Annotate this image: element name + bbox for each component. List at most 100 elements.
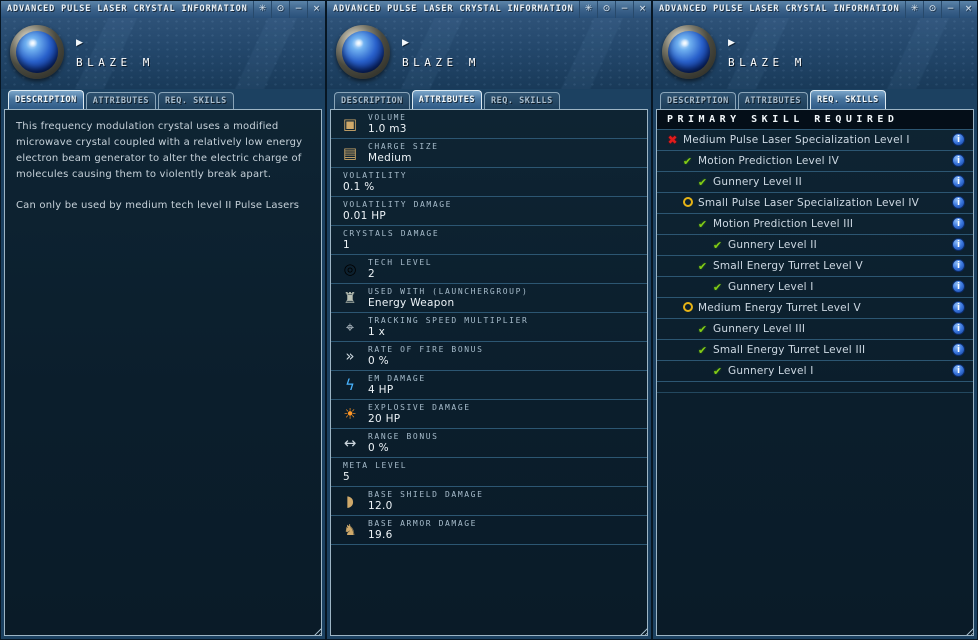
range-icon: ↔ — [343, 433, 357, 452]
attribute-row: ▤ CHARGE SIZE Medium — [331, 139, 647, 168]
window-title: ADVANCED PULSE LASER CRYSTAL INFORMATION — [333, 4, 574, 14]
attribute-label: TECH LEVEL — [368, 258, 433, 267]
pin-icon[interactable]: ✳ — [905, 1, 923, 18]
attribute-label: RANGE BONUS — [368, 432, 439, 441]
info-icon[interactable]: i — [952, 280, 965, 293]
tab-attributes[interactable]: ATTRIBUTES — [737, 92, 808, 109]
close-icon[interactable]: × — [633, 1, 651, 18]
skill-name: Medium Energy Turret Level V — [698, 302, 861, 314]
minimize-icon[interactable]: − — [615, 1, 633, 18]
info-icon[interactable]: i — [952, 364, 965, 377]
close-icon[interactable]: × — [307, 1, 325, 18]
check-icon: ✔ — [712, 280, 723, 294]
skills-panel: PRIMARY SKILL REQUIRED ✖ Medium Pulse Las… — [656, 109, 974, 636]
tab-req-skills[interactable]: REQ. SKILLS — [483, 92, 560, 109]
skill-row: ✔ Small Energy Turret Level V i — [657, 256, 973, 277]
expander-triangle-icon[interactable]: ▶ — [76, 38, 83, 48]
description-panel: This frequency modulation crystal uses a… — [4, 109, 322, 636]
info-icon[interactable]: i — [952, 154, 965, 167]
attribute-label: VOLATILITY — [343, 171, 408, 180]
em-icon: ϟ — [345, 375, 355, 394]
attribute-row: ♞ BASE ARMOR DAMAGE 19.6 — [331, 516, 647, 545]
dot-circle-icon[interactable]: ⊙ — [923, 1, 941, 18]
tab-description[interactable]: DESCRIPTION — [8, 90, 84, 109]
tab-attributes[interactable]: ATTRIBUTES — [411, 90, 482, 109]
ring-icon — [680, 197, 695, 209]
skill-row: Small Pulse Laser Specialization Level I… — [657, 193, 973, 214]
tab-attributes[interactable]: ATTRIBUTES — [85, 92, 156, 109]
attribute-label: USED WITH (LAUNCHERGROUP) — [368, 287, 529, 296]
orb-highlight — [680, 39, 690, 47]
tab-description[interactable]: DESCRIPTION — [334, 92, 410, 109]
pin-icon[interactable]: ✳ — [253, 1, 271, 18]
attribute-value: 1.0 m3 — [368, 123, 407, 135]
info-icon[interactable]: i — [952, 196, 965, 209]
close-icon[interactable]: × — [959, 1, 977, 18]
attribute-row: ▣ VOLUME 1.0 m3 — [331, 110, 647, 139]
item-icon — [662, 25, 716, 79]
pin-icon[interactable]: ✳ — [579, 1, 597, 18]
expander-triangle-icon[interactable]: ▶ — [728, 38, 735, 48]
window-titlebar[interactable]: ADVANCED PULSE LASER CRYSTAL INFORMATION… — [1, 1, 325, 19]
info-icon[interactable]: i — [952, 133, 965, 146]
ring-icon — [680, 302, 695, 314]
info-icon[interactable]: i — [952, 343, 965, 356]
tab-req-skills[interactable]: REQ. SKILLS — [809, 90, 886, 109]
info-window-attributes: ADVANCED PULSE LASER CRYSTAL INFORMATION… — [326, 0, 652, 640]
item-icon — [10, 25, 64, 79]
dot-circle-icon[interactable]: ⊙ — [597, 1, 615, 18]
rof-icon: » — [345, 346, 355, 365]
skill-name: Motion Prediction Level III — [713, 218, 854, 230]
item-name: BLAZE M — [728, 56, 806, 69]
info-icon[interactable]: i — [952, 238, 965, 251]
window-title: ADVANCED PULSE LASER CRYSTAL INFORMATION — [659, 4, 900, 14]
tab-description[interactable]: DESCRIPTION — [660, 92, 736, 109]
attribute-label: CHARGE SIZE — [368, 142, 439, 151]
minimize-icon[interactable]: − — [289, 1, 307, 18]
window-controls: ✳ ⊙ − × — [253, 1, 325, 18]
skill-row: ✔ Gunnery Level II i — [657, 235, 973, 256]
attribute-value: 20 HP — [368, 413, 401, 425]
description-paragraph: This frequency modulation crystal uses a… — [16, 121, 303, 180]
info-icon[interactable]: i — [952, 301, 965, 314]
tab-bar: DESCRIPTION ATTRIBUTES REQ. SKILLS — [653, 89, 977, 109]
tab-req-skills[interactable]: REQ. SKILLS — [157, 92, 234, 109]
attribute-value: Energy Weapon — [368, 297, 455, 309]
item-header: ▶ BLAZE M — [1, 18, 325, 89]
check-icon: ✔ — [697, 322, 708, 336]
attribute-label: VOLATILITY DAMAGE — [343, 200, 453, 209]
skill-row: ✔ Motion Prediction Level IV i — [657, 151, 973, 172]
description-paragraph: Can only be used by medium tech level II… — [16, 200, 300, 211]
info-icon[interactable]: i — [952, 322, 965, 335]
info-icon[interactable]: i — [952, 259, 965, 272]
skills-section-header: PRIMARY SKILL REQUIRED — [657, 110, 973, 130]
orb-highlight — [354, 39, 364, 47]
description-text: This frequency modulation crystal uses a… — [5, 110, 321, 238]
attribute-row: ☀ EXPLOSIVE DAMAGE 20 HP — [331, 400, 647, 429]
check-icon: ✔ — [712, 238, 723, 252]
attribute-row: VOLATILITY 0.1 % — [331, 168, 647, 197]
attribute-row: ↔ RANGE BONUS 0 % — [331, 429, 647, 458]
dot-circle-icon[interactable]: ⊙ — [271, 1, 289, 18]
skill-row: ✔ Gunnery Level II i — [657, 172, 973, 193]
attribute-row: META LEVEL 5 — [331, 458, 647, 487]
attribute-label: BASE ARMOR DAMAGE — [368, 519, 478, 528]
attribute-label: CRYSTALS DAMAGE — [343, 229, 440, 238]
check-icon: ✔ — [697, 259, 708, 273]
skill-name: Medium Pulse Laser Specialization Level … — [683, 134, 910, 146]
check-icon: ✔ — [697, 175, 708, 189]
screen: ADVANCED PULSE LASER CRYSTAL INFORMATION… — [0, 0, 978, 640]
skill-name: Small Energy Turret Level III — [713, 344, 866, 356]
check-icon: ✔ — [697, 217, 708, 231]
expander-triangle-icon[interactable]: ▶ — [402, 38, 409, 48]
check-icon: ✔ — [712, 364, 723, 378]
attribute-value: 19.6 — [368, 529, 393, 541]
info-icon[interactable]: i — [952, 175, 965, 188]
window-titlebar[interactable]: ADVANCED PULSE LASER CRYSTAL INFORMATION… — [327, 1, 651, 19]
info-icon[interactable]: i — [952, 217, 965, 230]
cube-icon: ▣ — [342, 114, 358, 133]
window-titlebar[interactable]: ADVANCED PULSE LASER CRYSTAL INFORMATION… — [653, 1, 977, 19]
tracking-icon: ⌖ — [345, 317, 355, 336]
minimize-icon[interactable]: − — [941, 1, 959, 18]
turret-icon: ♜ — [343, 288, 357, 307]
